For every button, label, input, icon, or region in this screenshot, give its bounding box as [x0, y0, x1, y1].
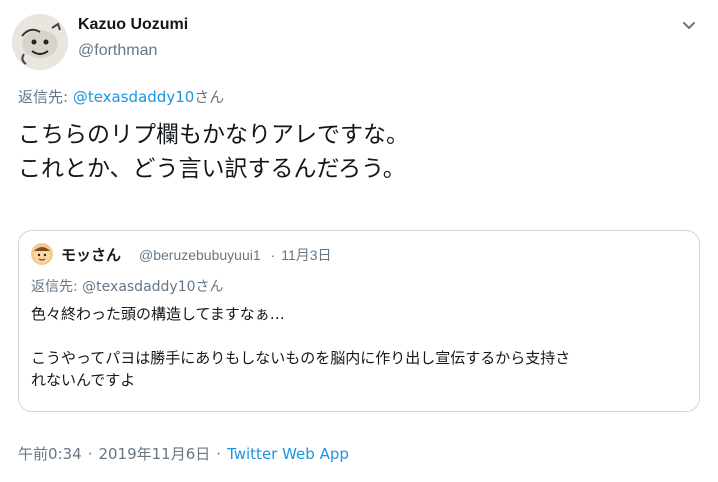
- quoted-text-line: れないんですよ: [31, 371, 136, 389]
- tweet-text-line: これとか、どう言い訳するんだろう。: [18, 156, 406, 182]
- reply-mention-link[interactable]: @texasdaddy10: [73, 88, 194, 106]
- quoted-text-line: こうやってパヨは勝手にありもしないものを脳内に作り出し宣伝するから支持さ: [31, 349, 571, 367]
- quoted-reply-mention: @texasdaddy10: [82, 279, 196, 295]
- tweet-footer: 午前0:34 · 2019年11月6日 · Twitter Web App: [18, 443, 349, 464]
- quoted-tweet[interactable]: モッさん @beruzebubuyuui1 · 11月3日 返信先: @texas…: [18, 230, 700, 412]
- reply-context: 返信先: @texasdaddy10さん: [18, 86, 224, 107]
- reply-prefix: 返信先:: [18, 88, 73, 106]
- quoted-reply-context: 返信先: @texasdaddy10さん: [31, 276, 224, 296]
- quoted-reply-suffix: さん: [195, 279, 224, 295]
- chevron-down-icon[interactable]: [680, 16, 698, 34]
- reply-suffix: さん: [194, 88, 225, 106]
- tweet-card: Kazuo Uozumi @forthman 返信先: @texasdaddy1…: [0, 0, 718, 482]
- tweet-text-line: こちらのリプ欄もかなりアレですな。: [18, 122, 409, 148]
- author-avatar[interactable]: [12, 14, 68, 70]
- quoted-display-name: モッさん: [61, 246, 122, 264]
- tweet-text: こちらのリプ欄もかなりアレですな。 これとか、どう言い訳するんだろう。: [18, 118, 698, 186]
- avatar-image: [12, 14, 68, 70]
- footer-separator: ·: [87, 445, 93, 463]
- quoted-reply-prefix: 返信先:: [31, 279, 83, 295]
- quoted-handle: @beruzebubuyuui1: [139, 247, 261, 263]
- quoted-avatar-image: [31, 243, 53, 265]
- footer-separator: ·: [216, 445, 222, 463]
- quoted-author-avatar: [31, 243, 53, 265]
- tweet-time[interactable]: 午前0:34: [18, 445, 82, 463]
- author-handle[interactable]: @forthman: [78, 42, 157, 60]
- quoted-text-line: 色々終わった頭の構造してますなぁ…: [31, 305, 285, 323]
- quoted-tweet-text: 色々終わった頭の構造してますなぁ… こうやってパヨは勝手にありもしないものを脳内…: [31, 303, 691, 391]
- tweet-date[interactable]: 2019年11月6日: [98, 445, 210, 463]
- quoted-date: 11月3日: [281, 247, 332, 263]
- quoted-text-blank-line: [31, 325, 691, 347]
- tweet-source-link[interactable]: Twitter Web App: [227, 445, 349, 463]
- quoted-meta: @beruzebubuyuui1 · 11月3日: [139, 245, 332, 265]
- author-display-name[interactable]: Kazuo Uozumi: [78, 16, 188, 34]
- meta-separator: ·: [270, 247, 276, 263]
